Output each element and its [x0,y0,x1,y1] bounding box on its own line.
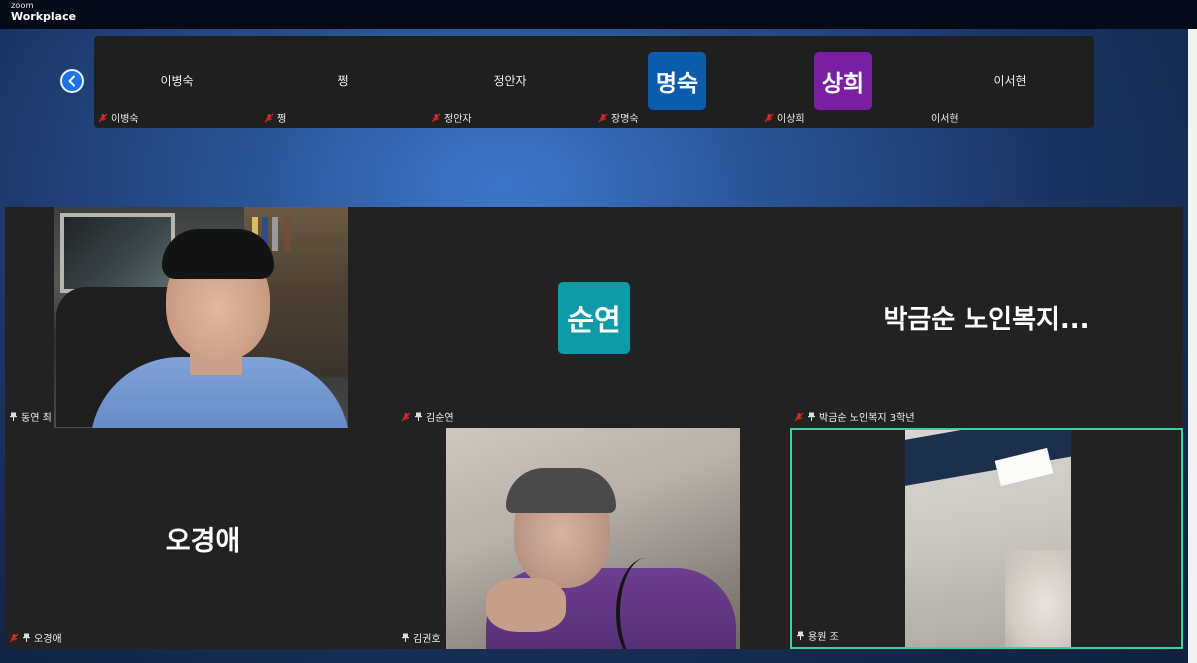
gallery-tile-2[interactable]: 순연 김순연 [397,207,790,428]
gallery-tile-5[interactable]: 김권호 [397,428,790,649]
strip-tile-label: 이서현 [931,110,959,125]
mic-off-icon [794,412,804,422]
gallery-tile-6[interactable]: 용원 조 [790,428,1183,649]
pin-icon [414,412,423,421]
strip-tile-label-text: 정안자 [444,114,472,125]
gallery-tile-3[interactable]: 박금순 노인복지... 박금순 노인복지 3학년 [790,207,1183,428]
tile-name-label-text: 박금순 노인복지 3학년 [819,413,915,424]
video-person-hair [506,468,616,513]
chevron-left-icon [68,75,75,87]
avatar: 순연 [558,282,630,354]
mic-off-icon [9,633,19,643]
mic-off-icon [431,113,441,123]
tile-name-label: 오경애 [9,630,62,645]
strip-tile-label: 이병숙 [98,110,139,125]
avatar: 상희 [814,52,872,110]
pin-icon [9,412,18,421]
video-person-hair [162,229,274,279]
mic-off-icon [264,113,274,123]
participant-video [54,207,348,428]
participant-strip: 이병숙 이병숙 쩡 쩡 정안자 정안자 명숙 장명숙 상희 이상희 이서현 이서… [94,36,1094,128]
video-person-hand [486,578,566,632]
avatar: 명숙 [648,52,706,110]
mic-off-icon [598,113,608,123]
strip-tile-5[interactable]: 상희 이상희 [760,36,926,128]
strip-tile-2[interactable]: 쩡 쩡 [260,36,426,128]
video-bg-book [284,217,290,251]
strip-tile-label: 정안자 [431,110,472,125]
tile-name-label: 김순연 [401,409,454,424]
tile-name-label-text: 김순연 [426,413,454,424]
strip-tile-name: 이병숙 [160,74,194,88]
strip-tile-name: 정안자 [493,74,527,88]
top-bar: zoom Workplace [0,0,1197,29]
video-blurred-area [1005,550,1071,647]
strip-tile-label: 장명숙 [598,110,639,125]
tile-name-label-text: 김권호 [413,634,441,645]
video-background-window [60,213,175,293]
strip-tile-label-text: 이상희 [777,114,805,125]
strip-tile-label: 이상희 [764,110,805,125]
gallery-tile-4[interactable]: 오경애 오경애 [5,428,397,649]
strip-tile-1[interactable]: 이병숙 이병숙 [94,36,260,128]
gallery-tile-1[interactable]: 동연 최 [5,207,397,428]
participant-video [446,428,740,649]
tile-name-label-text: 오경애 [34,634,62,645]
mic-off-icon [98,113,108,123]
logo-big-text: Workplace [11,10,77,23]
pin-icon [807,412,816,421]
participant-name-text: 오경애 [165,526,241,557]
pin-icon [22,633,31,642]
strip-tile-6[interactable]: 이서현 이서현 [927,36,1093,128]
participant-name: 오경애 [5,519,397,558]
zoom-workplace-logo: zoom Workplace [11,1,77,23]
previous-page-button[interactable] [60,69,84,93]
strip-tile-label-text: 쩡 [277,114,287,125]
participant-video [905,430,1071,647]
participant-name: 박금순 노인복지... [883,305,1090,335]
tile-name-label-text: 동연 최 [21,413,52,424]
strip-tile-label: 쩡 [264,110,286,125]
tile-name-label-text: 용원 조 [808,632,839,643]
strip-tile-3[interactable]: 정안자 정안자 [427,36,593,128]
tile-name-label: 김권호 [401,630,441,645]
mic-off-icon [764,113,774,123]
strip-tile-4[interactable]: 명숙 장명숙 [594,36,760,128]
tile-name-label: 박금순 노인복지 3학년 [794,409,915,424]
strip-tile-name: 쩡 [337,74,349,88]
video-bg-book [272,217,278,251]
strip-tile-label-text: 이서현 [931,114,959,125]
tile-name-label: 용원 조 [796,628,839,643]
strip-tile-label-text: 이병숙 [111,114,139,125]
strip-tile-name: 이서현 [993,74,1027,88]
strip-tile-label-text: 장명숙 [611,114,639,125]
mic-off-icon [401,412,411,422]
pin-icon [401,633,410,642]
tile-name-label: 동연 최 [9,409,52,424]
pin-icon [796,631,805,640]
logo-small-text: zoom [11,1,34,10]
right-panel-edge [1188,29,1197,663]
